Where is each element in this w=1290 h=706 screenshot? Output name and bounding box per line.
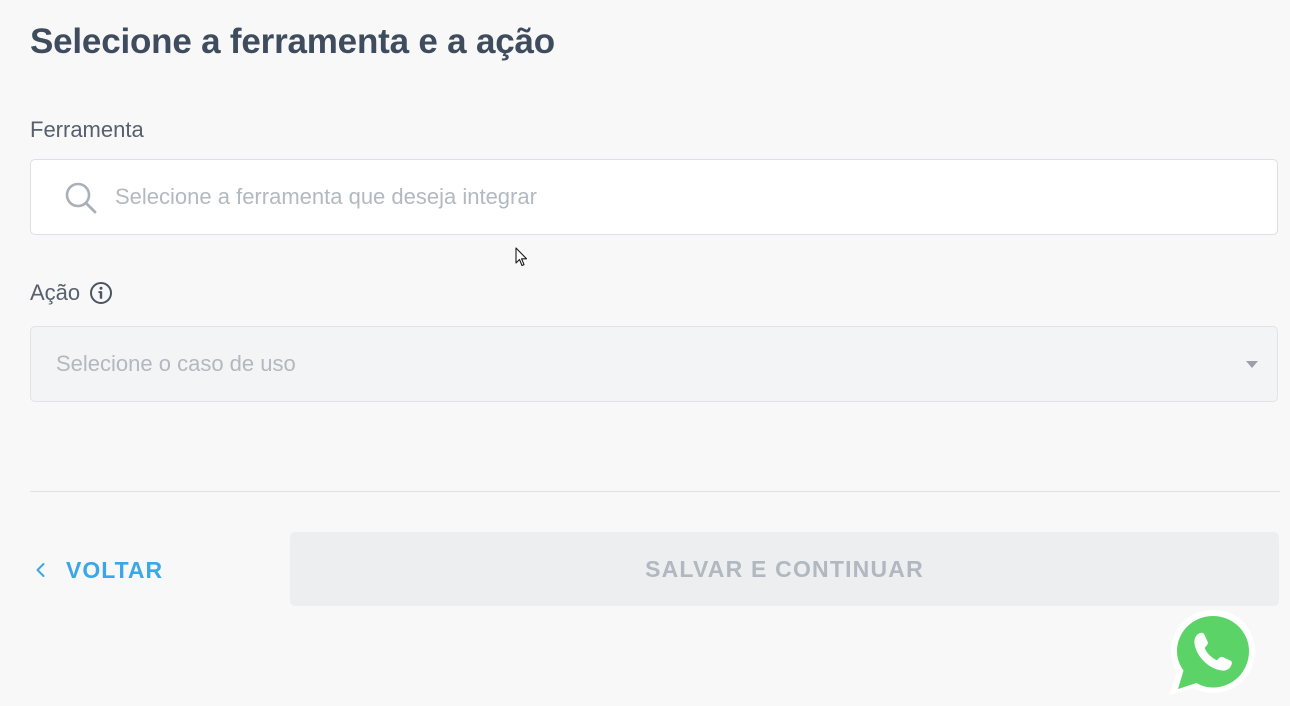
action-label-text: Ação [30, 280, 81, 305]
save-and-continue-button[interactable]: SALVAR E CONTINUAR [290, 532, 1279, 606]
tool-search-input[interactable] [115, 160, 1245, 234]
search-icon [65, 182, 97, 214]
action-select-placeholder: Selecione o caso de uso [56, 351, 296, 376]
page-title: Selecione a ferramenta e a ação [30, 22, 555, 61]
info-icon[interactable] [89, 281, 113, 305]
chevron-left-icon [36, 563, 45, 577]
action-select[interactable]: Selecione o caso de uso [30, 326, 1278, 402]
save-button-label: SALVAR E CONTINUAR [645, 555, 924, 582]
whatsapp-icon [1169, 610, 1255, 695]
action-field-label: Ação [30, 280, 113, 306]
tool-search-box[interactable] [30, 159, 1278, 235]
back-button[interactable]: VOLTAR [30, 550, 163, 590]
footer-divider [30, 491, 1280, 492]
whatsapp-chat-button[interactable] [1167, 607, 1259, 699]
mouse-cursor-icon [515, 247, 528, 267]
back-button-label: VOLTAR [66, 556, 164, 583]
tool-field-label: Ferramenta [30, 117, 144, 143]
caret-down-icon [1246, 361, 1258, 368]
tool-label-text: Ferramenta [30, 117, 144, 142]
